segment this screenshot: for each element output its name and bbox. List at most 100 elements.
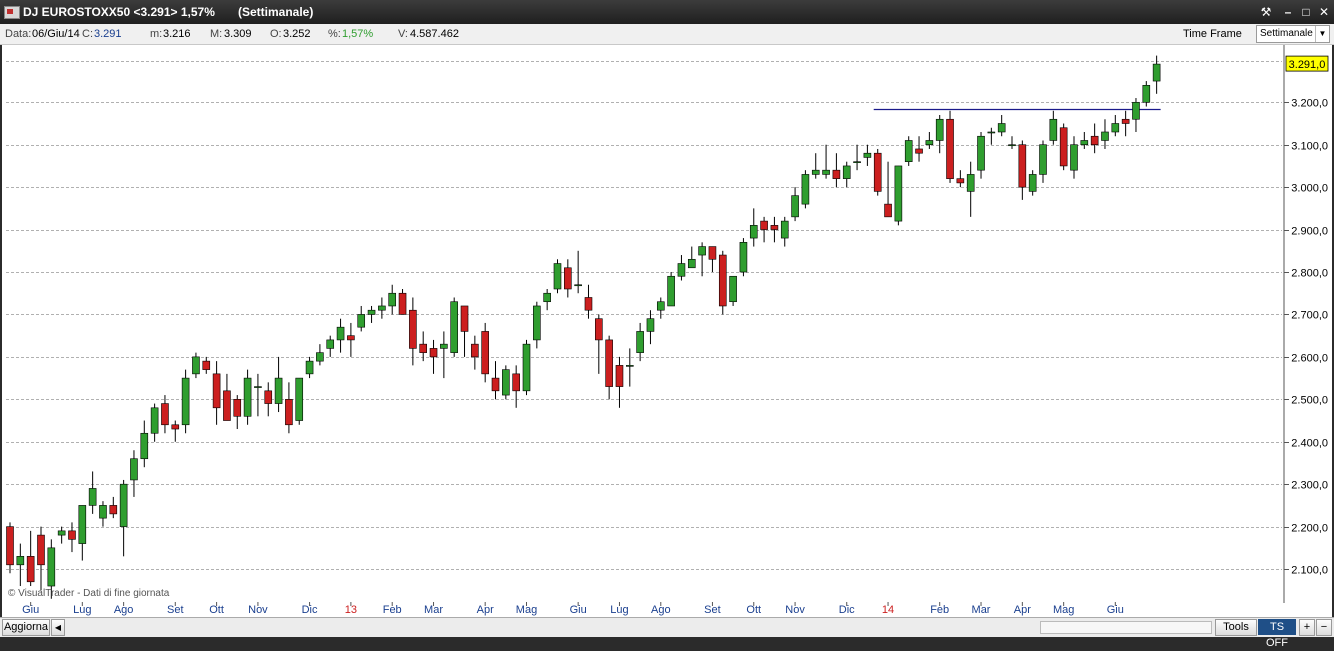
candle-down [471,343,479,358]
candle-up [935,118,944,141]
x-tick-label: Giu [22,604,39,616]
x-tick-label: Giu [570,604,587,616]
scroll-left-icon[interactable]: ◀ [51,619,65,636]
x-tick-label: Dic [839,604,855,616]
close-value: 3.291 [94,28,122,40]
candle-down [212,373,221,409]
candle-up [687,258,696,269]
candle-up [99,505,107,519]
candle-up [1039,144,1047,175]
x-tick-label: Apr [477,604,494,616]
candle-up [1111,123,1120,133]
candle-down [409,309,417,349]
candle-down [615,365,624,387]
candle-down [512,373,520,392]
close-button[interactable]: ✕ [1316,4,1332,20]
candle-up [894,165,903,222]
zoom-in-button[interactable]: + [1299,619,1315,636]
candle-up [1070,144,1078,171]
ts-toggle[interactable]: TS OFF [1258,619,1296,649]
candle-down [26,556,35,583]
candle-up [625,365,634,367]
y-tick-label: 3.000,0 [1291,183,1328,195]
candle-up [78,505,87,544]
time-frame-label: Time Frame [1183,28,1242,40]
y-tick-label: 2.400,0 [1291,438,1328,450]
candle-up [16,556,25,566]
horizontal-scrollbar[interactable] [1040,621,1212,634]
candle-up [739,242,748,273]
max-value: 3.309 [224,28,252,40]
candle-down [605,339,613,387]
candle-up [119,483,128,527]
maximize-button[interactable]: □ [1298,4,1314,20]
candle-down [233,399,242,417]
candle-down [1090,135,1099,146]
candle-up [192,356,200,375]
candle-down [1018,144,1027,188]
x-tick-label: Mar [972,604,991,616]
x-tick-label: Ago [114,604,134,616]
x-tick-label: 14 [882,604,894,616]
x-tick-label: Mag [516,604,537,616]
candle-down [460,305,469,332]
candle-down [760,220,768,230]
chevron-down-icon[interactable]: ▼ [1315,26,1329,42]
candle-down [171,424,180,430]
candle-up [254,386,262,388]
x-tick-label: Giu [1107,604,1124,616]
y-tick-label: 3.100,0 [1291,141,1328,153]
x-tick-label: Dic [302,604,318,616]
period-label: (Settimanale) [238,5,314,19]
pct-value: 1,57% [342,28,374,40]
candle-down [37,534,45,566]
volume-value: 4.587.462 [410,28,459,40]
open-value: 3.252 [283,28,311,40]
candle-up [636,331,644,353]
max-label: M: [210,28,223,40]
candle-up [140,432,149,460]
candle-up [450,301,458,353]
candle-up [987,131,996,134]
y-tick-label: 2.600,0 [1291,353,1328,365]
y-tick-label: 2.900,0 [1291,226,1328,238]
candle-up [130,458,138,481]
x-tick-label: Mag [1053,604,1074,616]
info-bar: Data: 06/Giu/14 C: 3.291 m: 3.216 M: 3.3… [0,24,1334,45]
candle-up [801,174,810,205]
watermark-text: © VisualTrader - Dati di fine giornata [8,588,170,599]
candle-up [150,407,159,434]
y-tick-label: 2.100,0 [1291,565,1328,577]
candle-down [347,335,355,341]
candle-up [966,174,975,192]
candle-down [915,148,923,154]
x-tick-label: Lug [73,604,91,616]
candle-up [522,343,531,392]
x-tick-label: Ott [209,604,224,616]
candle-down [873,152,882,192]
candle-up [853,161,861,163]
candle-down [202,360,211,370]
x-tick-label: Set [167,604,184,616]
candle-down [223,390,231,421]
refresh-button[interactable]: Aggiorna [2,619,50,636]
candle-up [574,284,582,287]
x-tick-label: 13 [345,604,357,616]
candle-down [956,178,965,184]
tools-button[interactable]: Tools [1215,619,1257,636]
minimize-button[interactable]: – [1280,4,1296,20]
x-tick-label: Feb [383,604,402,616]
candle-up [181,377,190,426]
candle-up [274,377,283,404]
candle-up [316,352,324,362]
candle-up [698,246,706,256]
price-chart[interactable]: 2.100,0 2.200,0 2.300,0 2.400,0 2.500,0 2.600… [2,45,1332,617]
time-frame-select[interactable]: Settimanale ▼ [1256,25,1330,43]
candle-up [925,140,934,146]
zoom-out-button[interactable]: − [1316,619,1332,636]
candle-down [884,203,892,218]
candle-up [1101,131,1109,141]
candle-down [564,267,572,290]
candle-up [326,339,335,349]
tools-icon[interactable]: ⚒ [1258,4,1274,20]
